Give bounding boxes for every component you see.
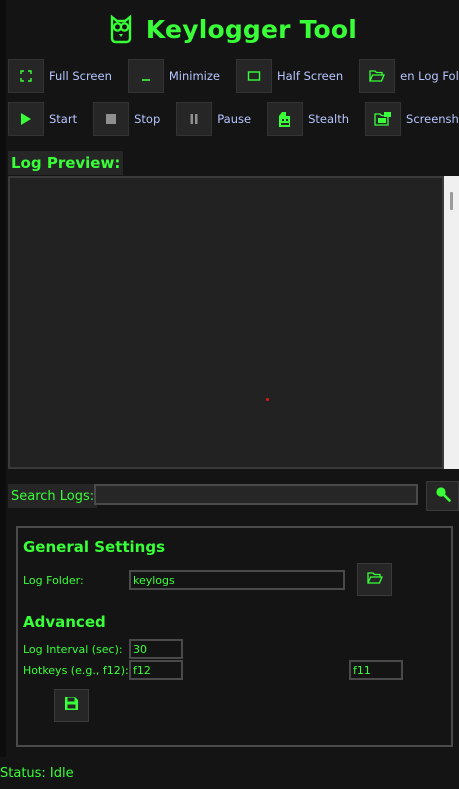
log-folder-input[interactable]: keylogs [129,570,345,590]
general-settings-title: General Settings [23,538,166,556]
title-bar: Keylogger Tool [6,0,459,58]
advanced-title: Advanced [23,613,106,631]
minimize-label: Minimize [163,59,229,93]
hotkey-2-input[interactable]: f11 [349,660,403,680]
scrollbar-thumb[interactable] [450,192,453,210]
open-log-folder-label: en Log Fol [395,59,459,93]
search-row: Search Logs: [8,481,459,511]
search-button[interactable] [426,481,459,511]
screenshot-icon [365,102,402,136]
half-screen-icon [235,59,272,93]
hotkeys-label: Hotkeys (e.g., f12): [23,664,129,677]
half-screen-button[interactable]: Half Screen [235,59,353,93]
app-title: Keylogger Tool [145,14,358,44]
folder-open-icon [359,59,396,93]
settings-panel: General Settings Log Folder: keylogs Adv… [16,520,453,748]
browse-folder-button[interactable] [357,563,392,596]
pause-label: Pause [212,102,261,136]
log-preview-label: Log Preview: [8,151,124,175]
main-panel: Keylogger Tool Full Screen Minimize Half… [6,0,459,757]
log-interval-input[interactable]: 30 [129,639,183,659]
stop-button[interactable]: Stop [93,102,170,136]
mouse-cursor-dot [266,398,269,401]
full-screen-label: Full Screen [44,59,121,93]
search-icon [435,486,451,506]
half-screen-label: Half Screen [271,59,353,93]
owl-icon [108,14,134,44]
screenshot-button[interactable]: Screensho [365,102,459,136]
save-settings-button[interactable] [54,689,89,722]
log-folder-label: Log Folder: [23,574,84,587]
open-log-folder-button[interactable]: en Log Fol [359,59,459,93]
save-icon [64,696,79,715]
settings-frame: General Settings Log Folder: keylogs Adv… [16,526,453,747]
status-bar: Status: Idle [0,757,459,789]
folder-icon [366,570,383,589]
log-interval-label: Log Interval (sec): [23,643,123,656]
stealth-button[interactable]: Stealth [267,102,359,136]
pause-button[interactable]: Pause [176,102,261,136]
stealth-icon [267,102,304,136]
minimize-icon [127,59,164,93]
fullscreen-icon [8,59,44,93]
search-logs-label: Search Logs: [8,484,98,508]
start-label: Start [44,102,87,136]
hotkey-1-input[interactable]: f12 [129,660,183,680]
stop-icon [93,102,130,136]
minimize-button[interactable]: Minimize [127,59,229,93]
stop-label: Stop [129,102,170,136]
search-input[interactable] [94,484,418,505]
play-icon [8,102,44,136]
log-scrollbar[interactable] [444,176,459,469]
pause-icon [176,102,213,136]
stealth-label: Stealth [303,102,359,136]
full-screen-button[interactable]: Full Screen [8,59,121,93]
screenshot-label: Screensho [401,102,459,136]
start-button[interactable]: Start [8,102,87,136]
window-toolbar: Full Screen Minimize Half Screen en Log … [8,58,459,94]
log-preview-textarea[interactable] [8,176,444,469]
control-toolbar: Start Stop Pause Stealth Screensho [8,101,459,137]
